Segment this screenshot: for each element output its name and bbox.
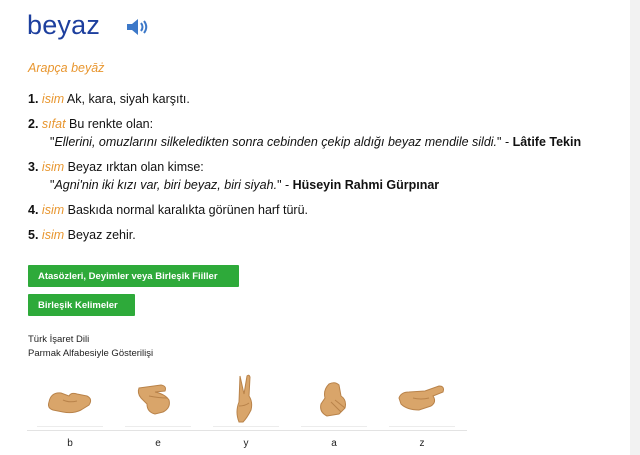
definition-example: "Ellerini, omuzlarını silkeledikten sonr…	[50, 135, 582, 149]
finger-spelling-strip: b e y a z	[27, 372, 467, 455]
sign-language-title: Türk İşaret Dili	[28, 334, 90, 345]
sign-language-heading: Türk İşaret Dili Parmak Alfabesiyle Göst…	[28, 333, 153, 361]
side-rail	[630, 0, 640, 455]
hand-sign-b-icon	[37, 372, 103, 427]
divider	[27, 430, 467, 431]
definition-example: "Agni'nin iki kızı var, biri beyaz, biri…	[50, 178, 440, 192]
definition-number: 3.	[28, 160, 39, 174]
hand-sign-a-icon	[301, 372, 367, 427]
definition-item: 2. sıfat Bu renkte olan: "Ellerini, omuz…	[28, 115, 628, 151]
hand-sign-z-icon	[389, 372, 455, 427]
dictionary-page: beyaz Arapça beyāż 1. isim Ak, kara, siy…	[0, 0, 630, 455]
definition-number: 2.	[28, 117, 39, 131]
definition-number: 4.	[28, 203, 39, 217]
speaker-icon[interactable]	[126, 18, 152, 36]
definition-text: Baskıda normal karalıkta görünen harf tü…	[64, 203, 309, 217]
idioms-button[interactable]: Atasözleri, Deyimler veya Birleşik Fiill…	[28, 265, 239, 287]
example-author: Lâtife Tekin	[512, 135, 582, 149]
definition-text: Bu renkte olan:	[65, 117, 154, 131]
hand-sign-y-icon	[213, 372, 279, 427]
etymology: Arapça beyāż	[28, 61, 105, 75]
example-quote: Agni'nin iki kızı var, biri beyaz, biri …	[54, 178, 278, 192]
definition-category: isim	[41, 203, 65, 217]
sign-letter-label: b	[67, 438, 73, 449]
hand-sign-e-icon	[125, 372, 191, 427]
definition-category: sıfat	[41, 117, 66, 131]
entry-word: beyaz	[27, 10, 101, 40]
definition-item: 3. isim Beyaz ırktan olan kimse: "Agni'n…	[28, 158, 628, 194]
definition-number: 1.	[28, 92, 39, 106]
example-quote: Ellerini, omuzlarını silkeledikten sonra…	[54, 135, 498, 149]
example-author: Hüseyin Rahmi Gürpınar	[292, 178, 440, 192]
definition-text: Ak, kara, siyah karşıtı.	[64, 92, 190, 106]
sign-language-subtitle: Parmak Alfabesiyle Gösterilişi	[28, 348, 154, 359]
compound-words-button[interactable]: Birleşik Kelimeler	[28, 294, 135, 316]
sign-letter-label: a	[331, 438, 337, 449]
sign-letter-label: z	[419, 438, 425, 449]
definition-number: 5.	[28, 228, 39, 242]
definition-item: 1. isim Ak, kara, siyah karşıtı.	[28, 90, 628, 108]
sign-letter-label: e	[155, 438, 161, 449]
definition-text: Beyaz zehir.	[64, 228, 136, 242]
definition-category: isim	[41, 92, 65, 106]
definition-text: Beyaz ırktan olan kimse:	[64, 160, 204, 174]
definition-category: isim	[41, 228, 65, 242]
definition-list: 1. isim Ak, kara, siyah karşıtı. 2. sıfa…	[28, 90, 628, 251]
definition-category: isim	[41, 160, 65, 174]
entry-header: beyaz	[27, 10, 152, 41]
definition-item: 5. isim Beyaz zehir.	[28, 226, 628, 244]
definition-item: 4. isim Baskıda normal karalıkta görünen…	[28, 201, 628, 219]
sign-letter-label: y	[243, 438, 249, 449]
